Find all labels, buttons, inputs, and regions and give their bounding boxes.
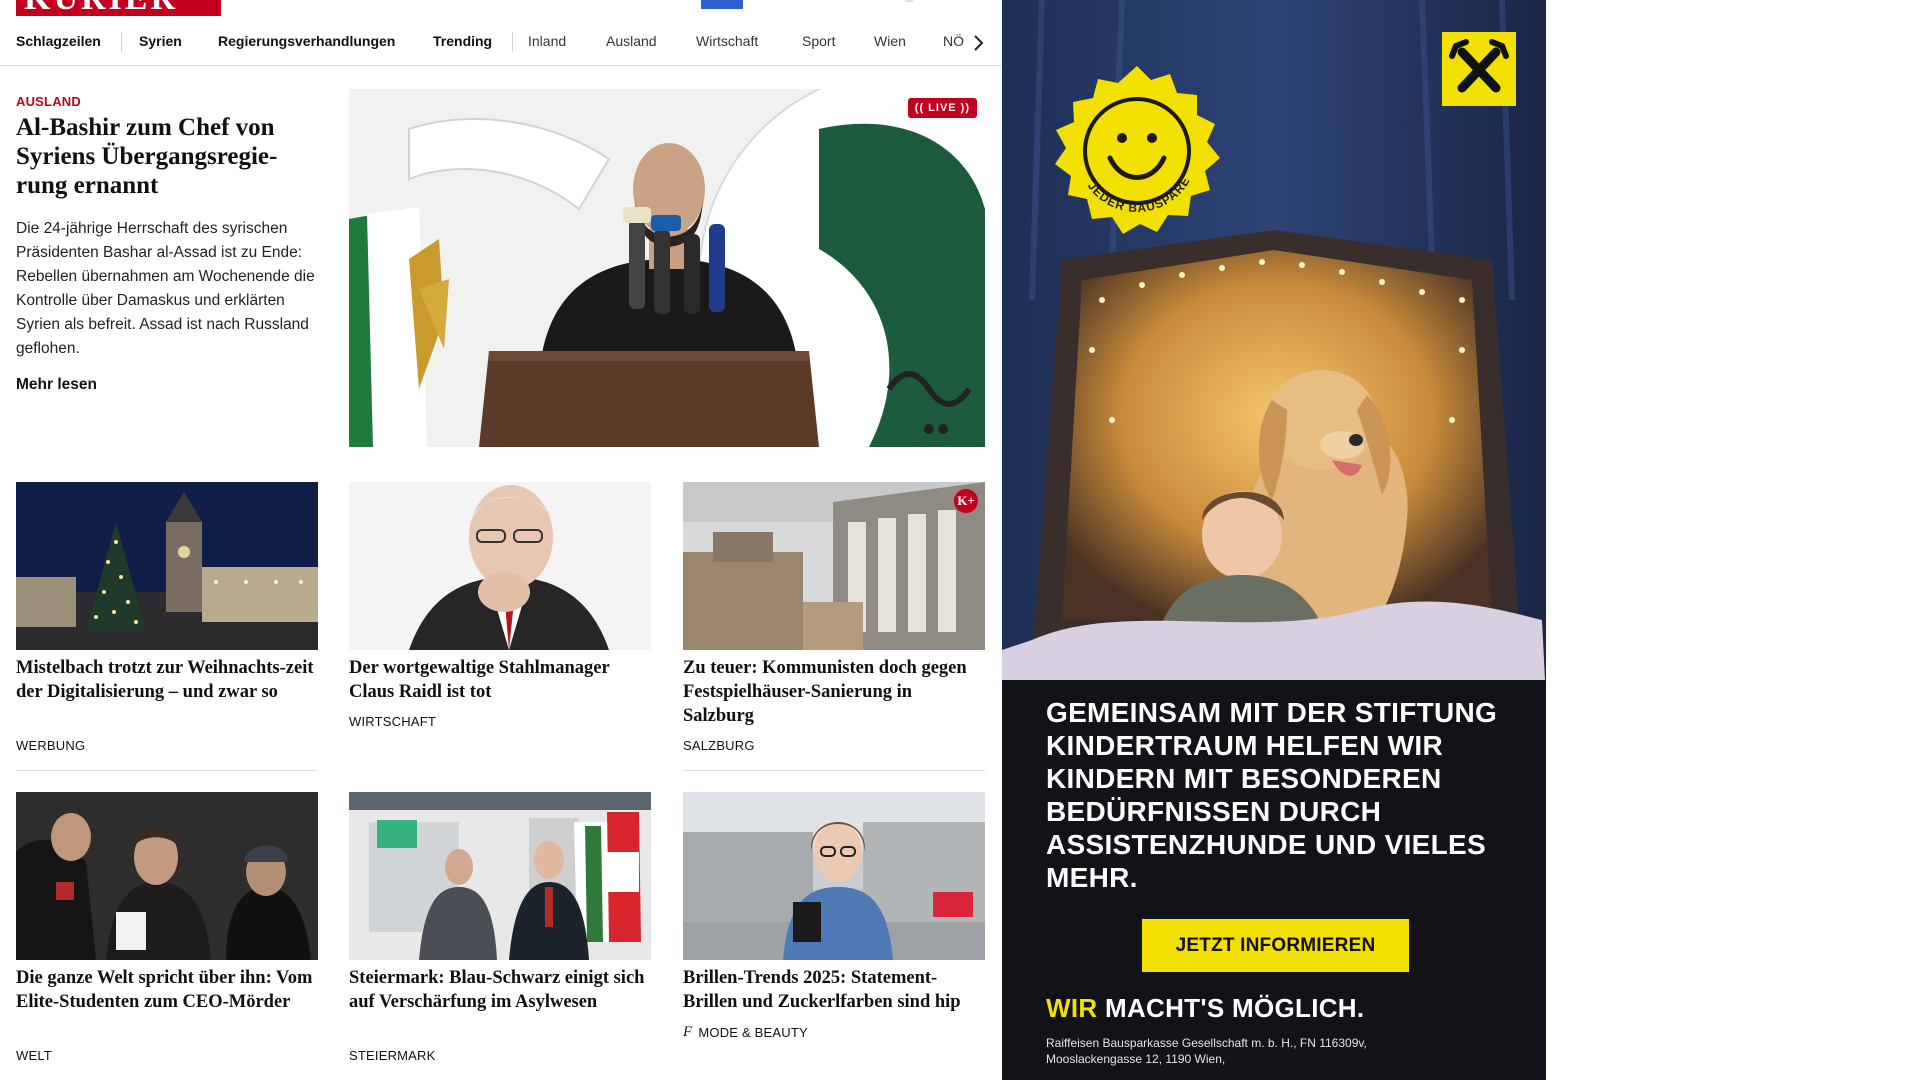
empty-side-area (1546, 0, 1920, 1080)
article-category: WIRTSCHAFT (349, 714, 436, 729)
article-category: STEIERMARK (349, 1048, 436, 1063)
chevron-right-icon[interactable] (964, 28, 992, 58)
article-category-row: f MODE & BEAUTY (683, 1024, 808, 1041)
nav-separator (512, 32, 513, 52)
article-title[interactable]: Zu teuer: Kommunisten doch gegen Festspi… (683, 656, 985, 728)
lead-category[interactable]: AUSLAND (16, 94, 81, 109)
kurier-plus-badge: K+ (954, 489, 978, 513)
article-image (349, 792, 651, 960)
ad-slogan-rest: MACHT'S MÖGLICH. (1104, 993, 1365, 1023)
smiley-badge-icon: JEDER BAUSPARER HILFT (1047, 55, 1222, 236)
ad-slogan: WIR MACHT'S MÖGLICH. (1046, 993, 1364, 1024)
nav-item-wien[interactable]: Wien (874, 33, 906, 49)
article-category: WELT (16, 1048, 52, 1063)
article-card[interactable]: Mistelbach trotzt zur Weihnachts-zeit de… (16, 482, 318, 782)
ad-headline: GEMEINSAM MIT DER STIFTUNG KINDERTRAUM H… (1046, 697, 1498, 893)
nav-item-noe[interactable]: NÖ (943, 33, 964, 49)
article-title[interactable]: Die ganze Welt spricht über ihn: Vom Eli… (16, 966, 318, 1014)
nav-separator (121, 32, 122, 52)
ad-cta-button[interactable]: JETZT INFORMIEREN (1142, 919, 1409, 972)
nav-item-schlagzeilen[interactable]: Schlagzeilen (16, 33, 101, 49)
article-title[interactable]: Mistelbach trotzt zur Weihnachts-zeit de… (16, 656, 318, 704)
article-title[interactable]: Steiermark: Blau-Schwarz einigt sich auf… (349, 966, 651, 1014)
lifestyle-icon: f (683, 1024, 693, 1040)
card-divider (16, 770, 318, 771)
article-title[interactable]: Brillen-Trends 2025: Statement-Brillen u… (683, 966, 985, 1014)
lead-headline[interactable]: Al-Bashir zum Chef von Syriens Übergangs… (16, 113, 316, 200)
section-nav: Schlagzeilen Syrien Regierungsverhandlun… (0, 26, 1002, 66)
nav-item-trending[interactable]: Trending (433, 33, 492, 49)
article-image (683, 792, 985, 960)
lead-photo[interactable]: (( LIVE )) (349, 89, 985, 447)
header-account-button[interactable] (701, 0, 743, 9)
raiffeisen-advertisement[interactable]: JEDER BAUSPARER HILFT GEMEINSAM MIT DER … (1002, 0, 1546, 1080)
article-card[interactable]: Steiermark: Blau-Schwarz einigt sich auf… (349, 792, 651, 1072)
article-title[interactable]: Der wortgewaltige Stahlmanager Claus Rai… (349, 656, 651, 704)
live-badge: (( LIVE )) (907, 98, 977, 118)
raiffeisen-logo-icon (1442, 32, 1516, 106)
ad-legal-text: Raiffeisen Bausparkasse Gesellschaft m. … (1046, 1036, 1367, 1066)
article-category: WERBUNG (16, 738, 86, 753)
header-divider (905, 0, 913, 2)
article-image (16, 482, 318, 650)
kurier-logo[interactable]: KURIER (16, 0, 221, 16)
article-category: SALZBURG (683, 738, 755, 753)
nav-item-regierungsverhandlungen[interactable]: Regierungsverhandlungen (218, 33, 395, 49)
article-card[interactable]: Brillen-Trends 2025: Statement-Brillen u… (683, 792, 985, 1072)
ad-slogan-highlight: WIR (1046, 993, 1098, 1023)
article-card[interactable]: K+ Zu teuer: Kommunisten doch gegen Fest… (683, 482, 985, 782)
article-card[interactable]: Der wortgewaltige Stahlmanager Claus Rai… (349, 482, 651, 782)
nav-item-inland[interactable]: Inland (528, 33, 566, 49)
nav-item-wirtschaft[interactable]: Wirtschaft (696, 33, 758, 49)
card-divider (683, 770, 985, 771)
article-card[interactable]: Die ganze Welt spricht über ihn: Vom Eli… (16, 792, 318, 1072)
logo-text: KURIER (24, 0, 178, 16)
speaker-podium-illustration (349, 89, 985, 447)
nav-item-sport[interactable]: Sport (802, 33, 835, 49)
article-category: MODE & BEAUTY (698, 1025, 808, 1040)
article-image (16, 792, 318, 960)
article-image (349, 482, 651, 650)
nav-item-syrien[interactable]: Syrien (139, 33, 182, 49)
article-image (683, 482, 985, 650)
read-more-link[interactable]: Mehr lesen (16, 376, 97, 394)
nav-item-ausland[interactable]: Ausland (606, 33, 657, 49)
lead-teaser: Die 24-jährige Herrschaft des syrischen … (16, 220, 315, 357)
